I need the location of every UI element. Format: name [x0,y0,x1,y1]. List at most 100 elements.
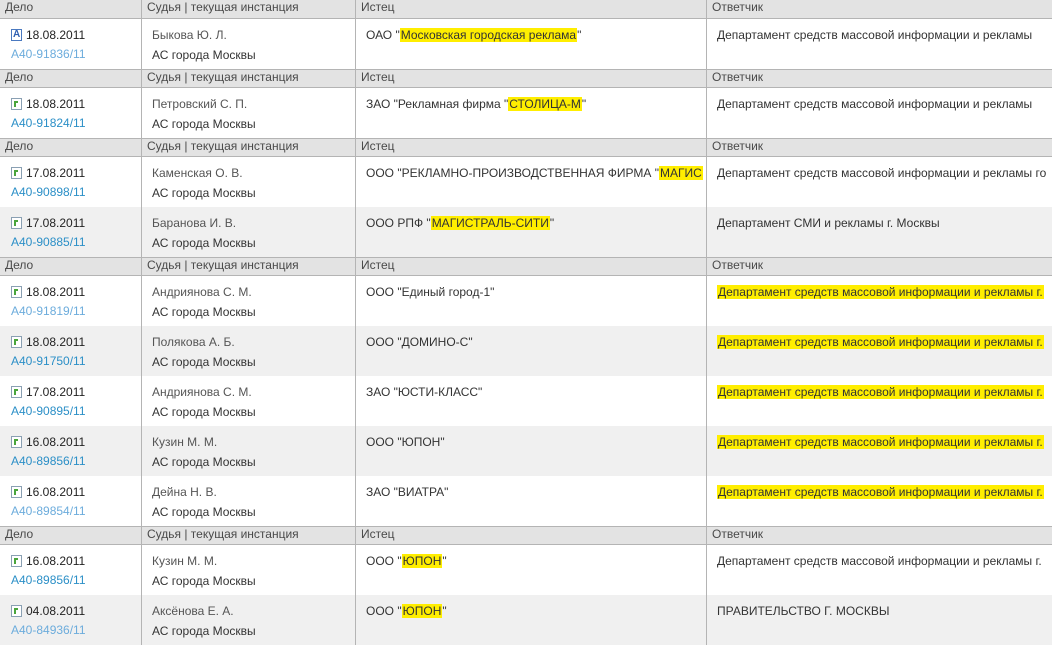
plaintiff-text: ООО "Единый город-1" [366,285,495,299]
case-number-link[interactable]: А40-91824/11 [11,116,86,130]
defendant-cell: Департамент средств массовой информации … [706,276,1052,326]
case-cell: 17.08.2011 А40-90885/11 [0,207,141,257]
table-row[interactable]: 17.08.2011 А40-90885/11 Баранова И. В. АС г… [0,207,1052,257]
case-number-link[interactable]: А40-90895/11 [11,404,86,418]
case-number-link[interactable]: А40-84936/11 [11,623,86,637]
header-judge[interactable]: Судья | текущая инстанция [141,0,355,18]
header-case[interactable]: Дело [0,258,141,275]
court-name: АС города Москвы [152,455,256,469]
defendant-name: Департамент средств массовой информации … [717,384,1044,400]
document-icon[interactable] [11,486,22,498]
document-a-icon[interactable]: A [11,29,22,41]
defendant-name: Департамент средств массовой информации … [717,165,1046,181]
plaintiff-cell: ОАО "Московская городская реклама" [355,19,706,69]
header-defendant[interactable]: Ответчик [706,139,1052,156]
case-date-line: 16.08.2011 [11,484,85,500]
defendant-highlight: Департамент средств массовой информации … [717,285,1044,299]
plaintiff-name: ООО "ЮПОН" [366,553,447,569]
defendant-text: Департамент средств массовой информации … [717,166,1047,180]
case-date: 16.08.2011 [26,435,86,449]
court-name: АС города Москвы [152,624,256,638]
case-date-line: 18.08.2011 [11,284,85,300]
defendant-cell: Департамент средств массовой информации … [706,426,1052,476]
case-date-line: 04.08.2011 [11,603,85,619]
plaintiff-cell: ЗАО "ЮСТИ-КЛАСС" [355,376,706,426]
plaintiff-name: ООО "ЮПОН" [366,434,445,450]
table-row[interactable]: 16.08.2011 А40-89856/11 Кузин М. М. АС горо… [0,426,1052,476]
plaintiff-name: ООО "ДОМИНО-С" [366,334,473,350]
table-row[interactable]: 17.08.2011 А40-90895/11 Андриянова С. М. АС… [0,376,1052,426]
judge-name: Кузин М. М. [152,554,218,568]
table-header-row: Дело Судья | текущая инстанция Истец Ответч… [0,69,1052,88]
document-icon[interactable] [11,167,22,179]
case-date-line: 17.08.2011 [11,384,85,400]
header-plaintiff[interactable]: Истец [355,0,706,18]
table-row[interactable]: 16.08.2011 А40-89854/11 Дейна Н. В. АС горо… [0,476,1052,526]
judge-cell: Быкова Ю. Л. АС города Москвы [141,19,355,69]
judge-name: Быкова Ю. Л. [152,28,227,42]
case-cell: 04.08.2011 А40-84936/11 [0,595,141,645]
case-number-link[interactable]: А40-89856/11 [11,573,86,587]
case-number-link[interactable]: А40-89856/11 [11,454,86,468]
document-icon[interactable] [11,386,22,398]
case-number-link[interactable]: А40-90885/11 [11,235,86,249]
document-icon[interactable] [11,436,22,448]
table-row[interactable]: 18.08.2011 А40-91824/11 Петровский С. П. АС… [0,88,1052,138]
document-mark [14,608,18,614]
header-defendant[interactable]: Ответчик [706,70,1052,87]
header-defendant[interactable]: Ответчик [706,0,1052,18]
court-name: АС города Москвы [152,305,256,319]
plaintiff-text: ООО РПФ " [366,216,431,230]
case-date: 18.08.2011 [26,28,86,42]
plaintiff-cell: ООО "ЮПОН" [355,545,706,595]
document-icon[interactable] [11,286,22,298]
document-icon[interactable] [11,336,22,348]
case-number-link[interactable]: А40-90898/11 [11,185,86,199]
plaintiff-cell: ЗАО "ВИАТРА" [355,476,706,526]
case-cell: 16.08.2011 А40-89854/11 [0,476,141,526]
header-case[interactable]: Дело [0,0,141,18]
header-plaintiff[interactable]: Истец [355,70,706,87]
document-icon[interactable] [11,98,22,110]
court-name: АС города Москвы [152,117,256,131]
header-judge[interactable]: Судья | текущая инстанция [141,258,355,275]
header-plaintiff[interactable]: Истец [355,258,706,275]
case-number-link[interactable]: А40-91819/11 [11,304,86,318]
plaintiff-text: ООО " [366,604,402,618]
document-icon[interactable] [11,605,22,617]
header-defendant[interactable]: Ответчик [706,527,1052,544]
case-date: 16.08.2011 [26,554,86,568]
header-judge[interactable]: Судья | текущая инстанция [141,527,355,544]
defendant-cell: Департамент средств массовой информации … [706,545,1052,595]
document-icon[interactable] [11,217,22,229]
table-row[interactable]: 04.08.2011 А40-84936/11 Аксёнова Е. А. АС г… [0,595,1052,645]
case-number-link[interactable]: А40-91750/11 [11,354,86,368]
case-cell: 17.08.2011 А40-90895/11 [0,376,141,426]
header-defendant[interactable]: Ответчик [706,258,1052,275]
header-case[interactable]: Дело [0,139,141,156]
document-icon[interactable] [11,555,22,567]
header-case[interactable]: Дело [0,527,141,544]
case-number-link[interactable]: А40-89854/11 [11,504,86,518]
header-judge[interactable]: Судья | текущая инстанция [141,70,355,87]
table-row[interactable]: A 18.08.2011 А40-91836/11 Быкова Ю. Л. АС го… [0,19,1052,69]
case-number-link[interactable]: А40-91836/11 [11,47,86,61]
defendant-cell: Департамент СМИ и рекламы г. Москвы [706,207,1052,257]
header-plaintiff[interactable]: Истец [355,527,706,544]
document-mark [14,558,18,564]
defendant-text: Департамент СМИ и рекламы г. Москвы [717,216,940,230]
table-row[interactable]: 16.08.2011 А40-89856/11 Кузин М. М. АС горо… [0,545,1052,595]
defendant-cell: Департамент средств массовой информации … [706,476,1052,526]
case-date-line: 18.08.2011 [11,334,85,350]
header-plaintiff[interactable]: Истец [355,139,706,156]
court-name: АС города Москвы [152,505,256,519]
case-results-table: Дело Судья | текущая инстанция Истец Ответч… [0,0,1052,645]
table-row[interactable]: 17.08.2011 А40-90898/11 Каменская О. В. АС … [0,157,1052,207]
table-row[interactable]: 18.08.2011 А40-91750/11 Полякова А. Б. АС г… [0,326,1052,376]
plaintiff-name: ЗАО "ВИАТРА" [366,484,448,500]
header-case[interactable]: Дело [0,70,141,87]
judge-name: Каменская О. В. [152,166,243,180]
table-row[interactable]: 18.08.2011 А40-91819/11 Андриянова С. М. АС… [0,276,1052,326]
plaintiff-text: ОАО " [366,28,400,42]
header-judge[interactable]: Судья | текущая инстанция [141,139,355,156]
